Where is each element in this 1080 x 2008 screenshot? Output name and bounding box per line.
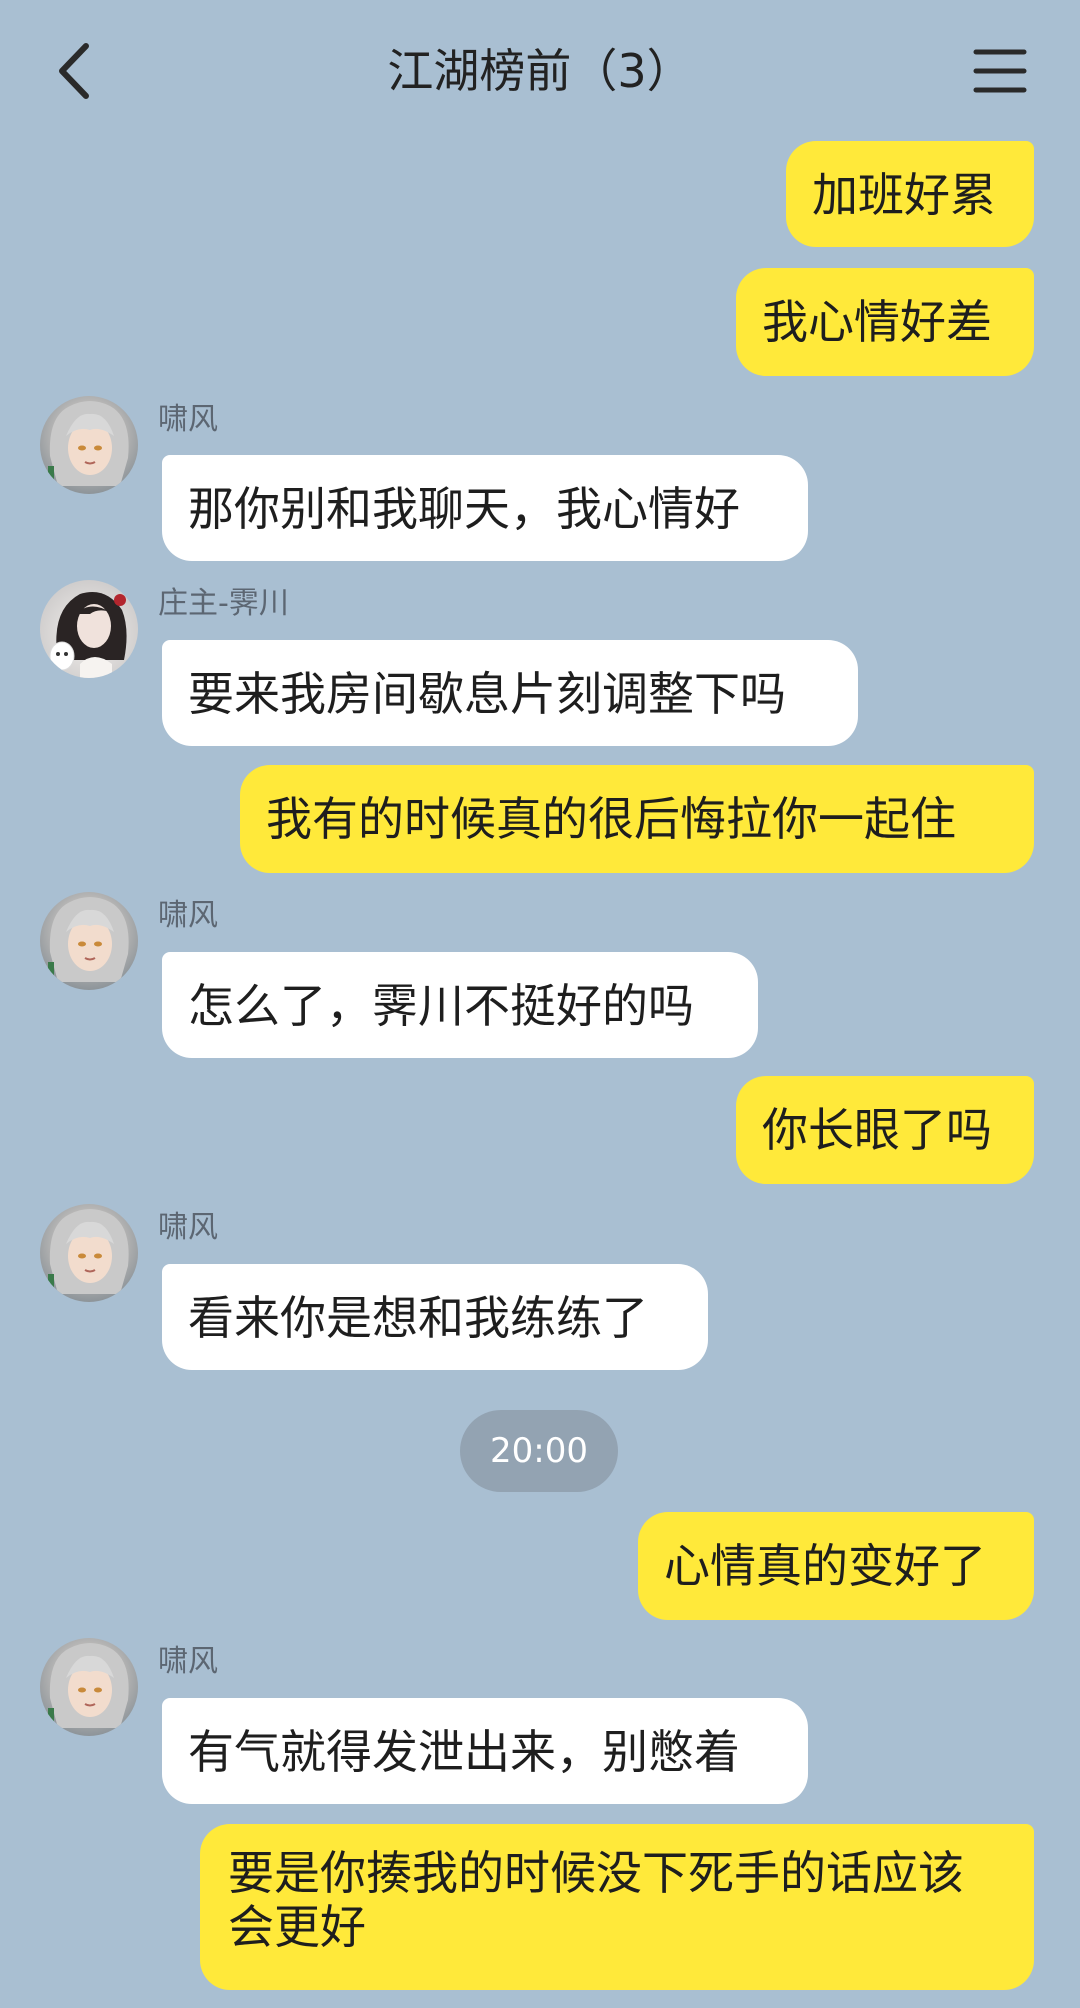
message-bubble-incoming[interactable]: 怎么了，霁川不挺好的吗 (162, 952, 758, 1058)
message-bubble-incoming[interactable]: 要来我房间歇息片刻调整下吗 (162, 640, 858, 746)
message-bubble-outgoing[interactable]: 我心情好差 (736, 268, 1034, 376)
message-text: 要来我房间歇息片刻调整下吗 (188, 667, 786, 721)
message-text: 心情真的变好了 (664, 1539, 986, 1593)
message-text: 那你别和我聊天，我心情好 (188, 482, 740, 536)
sender-name: 啸风 (158, 898, 218, 933)
timestamp-divider: 20:00 (460, 1410, 618, 1492)
message-text: 加班好累 (812, 168, 996, 222)
message-list[interactable]: 加班好累 我心情好差 啸风 那你别和我聊天，我心情好 庄主-霁川 要来我房间歇息… (0, 0, 1080, 2008)
avatar-xiaofeng[interactable] (40, 1638, 138, 1736)
message-bubble-outgoing[interactable]: 要是你揍我的时候没下死手的话应该会更好 (200, 1824, 1034, 1990)
avatar-xiaofeng[interactable] (40, 892, 138, 990)
sender-name: 啸风 (158, 1210, 218, 1245)
message-bubble-incoming[interactable]: 那你别和我聊天，我心情好 (162, 455, 808, 561)
message-bubble-incoming[interactable]: 看来你是想和我练练了 (162, 1264, 708, 1370)
avatar-zhuangzhu-jichuan[interactable] (40, 580, 138, 678)
message-bubble-outgoing[interactable]: 你长眼了吗 (736, 1076, 1034, 1184)
sender-name: 庄主-霁川 (158, 586, 289, 621)
sender-name: 啸风 (158, 1644, 218, 1679)
avatar-xiaofeng[interactable] (40, 396, 138, 494)
message-text: 有气就得发泄出来，别憋着 (188, 1725, 740, 1779)
message-text: 看来你是想和我练练了 (188, 1291, 648, 1345)
message-text: 要是你揍我的时候没下死手的话应该会更好 (228, 1846, 964, 1954)
sender-name: 啸风 (158, 402, 218, 437)
message-text: 我心情好差 (762, 295, 992, 349)
message-bubble-incoming[interactable]: 有气就得发泄出来，别憋着 (162, 1698, 808, 1804)
message-text: 你长眼了吗 (762, 1103, 992, 1157)
message-bubble-outgoing[interactable]: 心情真的变好了 (638, 1512, 1034, 1620)
message-bubble-outgoing[interactable]: 加班好累 (786, 141, 1034, 247)
message-text: 怎么了，霁川不挺好的吗 (188, 979, 694, 1033)
message-text: 我有的时候真的很后悔拉你一起住 (266, 792, 956, 846)
avatar-xiaofeng[interactable] (40, 1204, 138, 1302)
message-bubble-outgoing[interactable]: 我有的时候真的很后悔拉你一起住 (240, 765, 1034, 873)
